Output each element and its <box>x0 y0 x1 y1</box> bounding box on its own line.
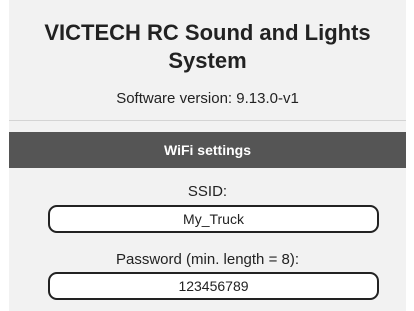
settings-panel: VICTECH RC Sound and Lights System Softw… <box>9 0 406 311</box>
software-version: Software version: 9.13.0-v1 <box>116 90 299 107</box>
password-input[interactable]: 123456789 <box>48 272 379 300</box>
divider <box>9 120 406 121</box>
ssid-label: SSID: <box>187 183 228 200</box>
ssid-input[interactable]: My_Truck <box>48 205 379 233</box>
page-title: VICTECH RC Sound and Lights System <box>44 20 371 73</box>
password-label: Password (min. length = 8): <box>116 251 299 268</box>
wifi-settings-header: WiFi settings <box>9 132 406 168</box>
